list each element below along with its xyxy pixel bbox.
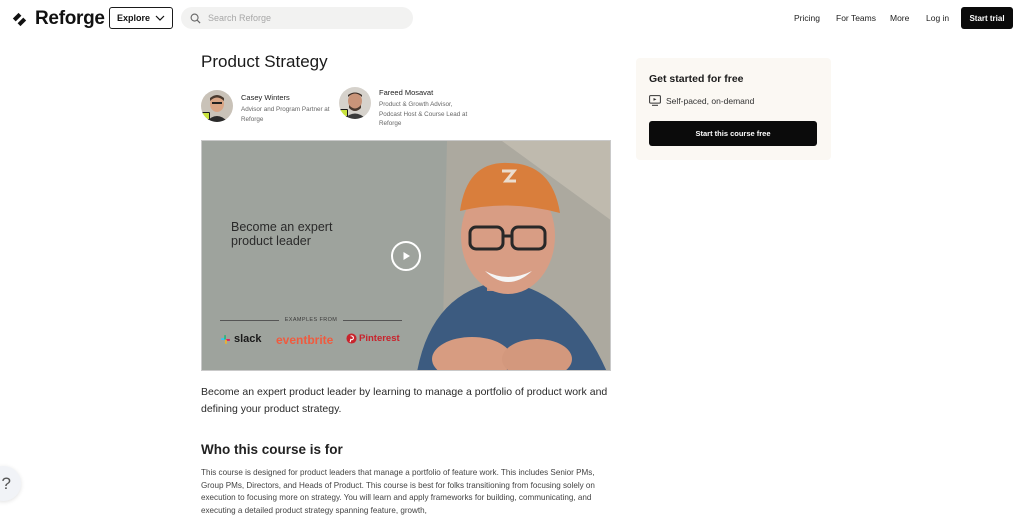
start-trial-button[interactable]: Start trial <box>961 7 1013 29</box>
slack-text: slack <box>234 333 262 345</box>
top-nav-bar: Reforge Explore Pricing For Teams More L… <box>0 0 1024 36</box>
author-role: Advisor and Program Partner at Reforge <box>241 106 330 123</box>
reforge-logo[interactable]: Reforge <box>10 8 105 30</box>
avatar <box>201 90 233 122</box>
course-description: Become an expert product leader by learn… <box>201 386 608 415</box>
search-bar[interactable] <box>181 7 413 29</box>
help-icon: ? <box>1 473 11 493</box>
author-card[interactable]: Fareed Mosavat Product & Growth Advisor,… <box>339 87 474 129</box>
start-course-free-button[interactable]: Start this course free <box>649 121 817 146</box>
help-button[interactable]: ? <box>0 466 21 501</box>
divider <box>343 319 403 321</box>
nav-pricing-link[interactable]: Pricing <box>794 13 820 23</box>
explore-label: Explore <box>116 13 150 23</box>
slack-icon <box>220 334 231 344</box>
author-card[interactable]: Casey Winters Advisor and Program Partne… <box>201 90 336 124</box>
video-headline: Become an expert product leader <box>231 220 333 248</box>
examples-from-label: EXAMPLES FROM <box>220 317 403 323</box>
author-name: Casey Winters <box>241 93 290 102</box>
course-video-player[interactable]: Become an expert product leader EXAMPLES… <box>201 140 611 371</box>
nav-for-teams-link[interactable]: For Teams <box>836 13 876 23</box>
author-role: Product & Growth Advisor, Podcast Host &… <box>379 101 468 127</box>
pinterest-logo: Pinterest <box>346 333 400 344</box>
play-icon <box>403 252 410 260</box>
search-input[interactable] <box>208 13 398 23</box>
get-started-card: Get started for free Self-paced, on-dema… <box>636 58 831 160</box>
section-heading: Who this course is for <box>201 442 343 457</box>
examples-from-text: EXAMPLES FROM <box>284 317 338 323</box>
explore-dropdown-button[interactable]: Explore <box>109 7 173 29</box>
card-title: Get started for free <box>649 73 744 85</box>
slack-logo: slack <box>220 333 262 345</box>
pinterest-icon <box>346 333 357 344</box>
pinterest-text: Pinterest <box>359 333 400 344</box>
badge-icon <box>340 109 348 117</box>
logo-text: Reforge <box>35 8 105 29</box>
course-format-text: Self-paced, on-demand <box>666 95 755 106</box>
play-button[interactable] <box>391 241 421 271</box>
course-format: Self-paced, on-demand <box>649 95 754 106</box>
nav-login-link[interactable]: Log in <box>926 13 949 23</box>
divider <box>220 319 279 321</box>
author-name: Fareed Mosavat <box>379 88 434 97</box>
eventbrite-logo: eventbrite <box>276 333 334 347</box>
chevron-down-icon <box>155 15 165 21</box>
section-body-text: This course is designed for product lead… <box>201 468 595 515</box>
badge-icon <box>202 112 210 120</box>
avatar <box>339 87 371 119</box>
monitor-icon <box>649 95 661 106</box>
page-title: Product Strategy <box>201 52 328 71</box>
reforge-logo-icon <box>12 12 27 26</box>
nav-more-link[interactable]: More <box>890 13 909 23</box>
search-icon <box>190 13 201 24</box>
